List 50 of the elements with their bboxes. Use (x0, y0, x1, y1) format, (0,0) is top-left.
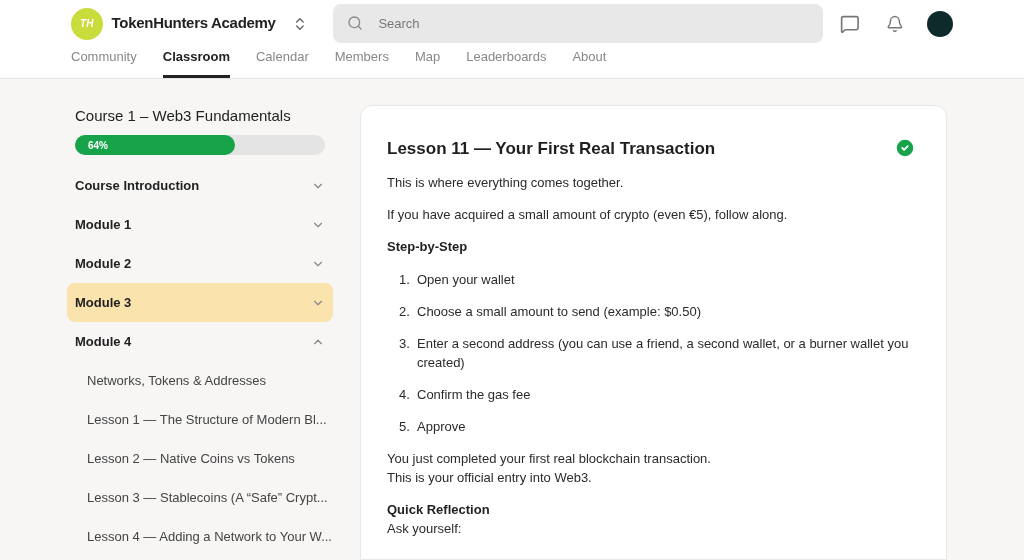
search-field[interactable]: Search (333, 4, 823, 43)
list-number: 3. (399, 334, 411, 353)
nav-tab[interactable]: Community (71, 45, 137, 78)
list-number: 4. (399, 385, 411, 404)
course-title: Course 1 – Web3 Fundamentals (75, 105, 292, 126)
module-row[interactable]: Module 2 (67, 244, 333, 283)
nav-tab[interactable]: Leaderboards (466, 45, 547, 78)
module-row[interactable]: Module 4 (67, 322, 333, 361)
logo-mark: TH (80, 17, 94, 31)
lesson-link[interactable]: Lesson 4 — Adding a Network to Your W... (67, 517, 333, 556)
nav-tab[interactable]: Members (334, 45, 389, 78)
nav-tab[interactable]: Calendar (255, 45, 309, 78)
module-row[interactable]: Course Introduction (67, 166, 333, 205)
list-item-text: Enter a second address (you can use a friend, a second wallet, or a burner wallet you created) (417, 334, 910, 372)
nav-tab[interactable]: About (572, 45, 607, 78)
module-label: Module 3 (75, 293, 132, 312)
list-number: 2. (399, 302, 411, 321)
section-heading: Quick Reflection (387, 500, 491, 519)
module-label: Module 2 (75, 254, 132, 273)
paragraph: This is your official entry into Web3. (387, 468, 593, 487)
lesson-link[interactable]: Lesson 3 — Stablecoins (A “Safe” Crypt... (67, 478, 333, 517)
lesson-link[interactable]: Networks, Tokens & Addresses (67, 361, 333, 400)
completed-check-icon[interactable] (894, 137, 916, 160)
module-row[interactable]: Module 3 (67, 283, 333, 322)
paragraph: If you have acquired a small amount of crypto (even €5), follow along. (387, 206, 789, 224)
list-item-text: Confirm the gas fee (417, 385, 531, 404)
section-heading: Step-by-Step (387, 238, 469, 256)
brand-name[interactable]: TokenHunters Academy (111, 12, 276, 35)
avatar[interactable] (927, 10, 953, 37)
nav-tab[interactable]: Classroom (162, 45, 230, 78)
list-number: 1. (399, 270, 411, 289)
list-number: 5. (399, 417, 411, 436)
module-label: Module 4 (75, 332, 132, 351)
module-row[interactable]: Module 1 (67, 205, 333, 244)
paragraph: This is where everything comes together. (387, 174, 625, 192)
list-item-text: Open your wallet (417, 270, 515, 289)
list-item-text: Choose a small amount to send (example: $0.50) (417, 302, 701, 321)
nav-tab[interactable]: Map (414, 45, 441, 78)
notification-icon[interactable] (885, 14, 904, 33)
chat-icon[interactable] (839, 13, 860, 34)
lesson-link[interactable]: Lesson 1 — The Structure of Modern Bl... (67, 400, 333, 439)
lesson-link[interactable]: Lesson 2 — Native Coins vs Tokens (67, 439, 333, 478)
progress-label: 64% (88, 138, 108, 153)
paragraph: Ask yourself: (387, 520, 463, 538)
list-item-text: Approve (417, 417, 466, 436)
module-label: Course Introduction (75, 176, 200, 195)
paragraph: You just completed your first real blockchain transaction. (387, 449, 712, 468)
lesson-title: Lesson 11 — Your First Real Transaction (387, 137, 716, 160)
search-icon (347, 15, 364, 31)
module-label: Module 1 (75, 215, 132, 234)
